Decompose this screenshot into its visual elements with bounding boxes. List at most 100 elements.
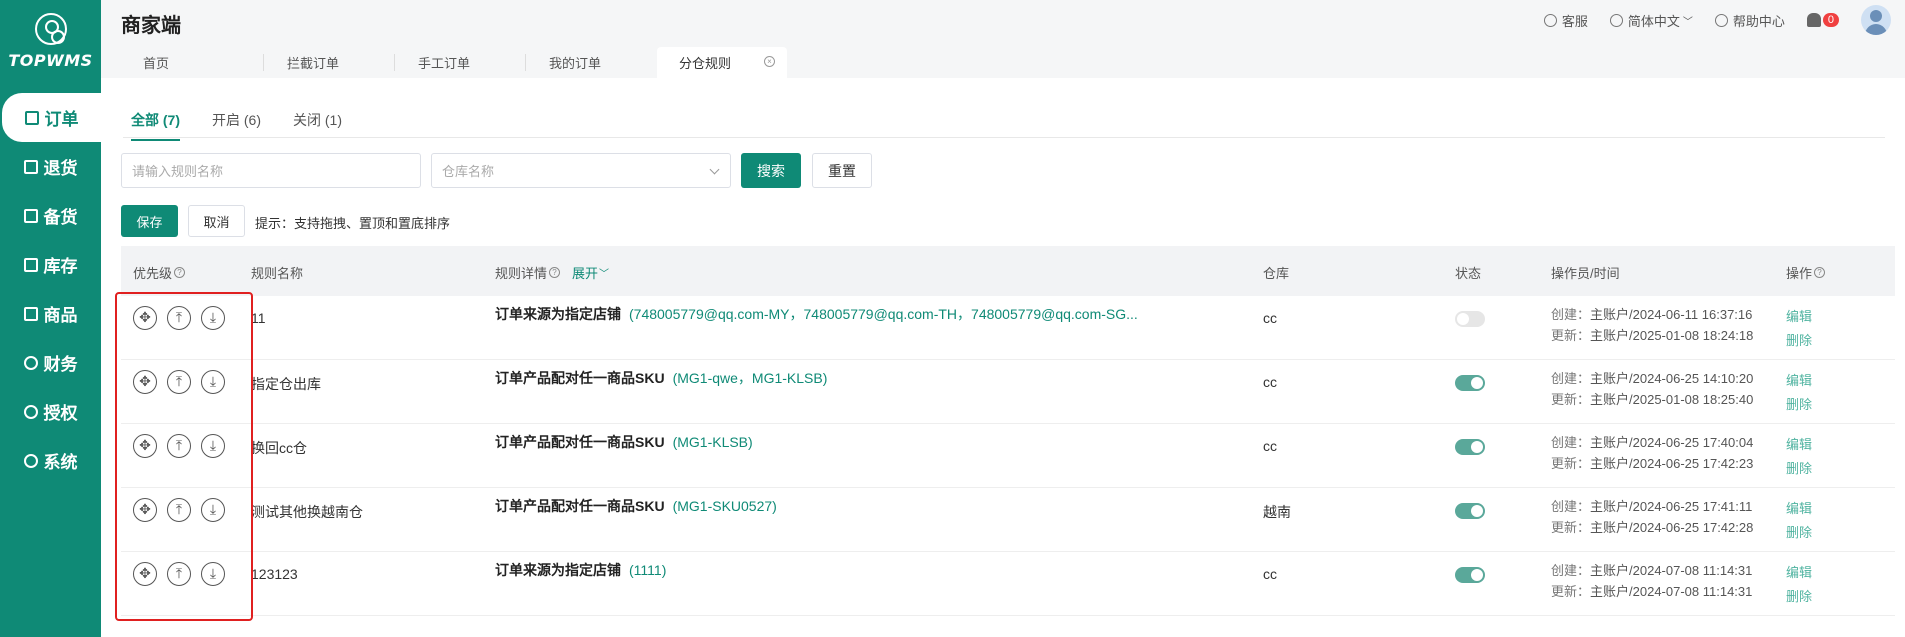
col-name: 规则名称 (251, 266, 304, 281)
rule-detail-value: (1111) (629, 562, 667, 578)
logo-mark-icon (34, 13, 67, 45)
warehouse-name: cc (1263, 438, 1277, 454)
expand-toggle[interactable]: 展开 (572, 263, 598, 282)
tab-warehouse-rules[interactable]: 分仓规则 × (657, 47, 787, 78)
tab-manual-orders[interactable]: 手工订单 (396, 47, 526, 78)
col-action-label: 操作 (1786, 266, 1813, 281)
table-row[interactable]: ✥ ⤒ ⤓ 换回cc仓 订单产品配对任一商品SKU (MG1-KLSB) cc 创建：主账户/… (121, 424, 1895, 488)
edit-link[interactable]: 编辑 (1786, 369, 1812, 393)
col-status: 状态 (1455, 266, 1482, 281)
save-button[interactable]: 保存 (121, 205, 178, 237)
delete-link[interactable]: 删除 (1786, 393, 1812, 417)
row-actions: 编辑 删除 (1786, 433, 1812, 481)
updated-prefix: 更新： (1551, 328, 1591, 343)
tab-home[interactable]: 首页 (121, 47, 264, 78)
warehouse-name: cc (1263, 310, 1277, 326)
tab-my-orders[interactable]: 我的订单 (527, 47, 657, 78)
row-actions: 编辑 删除 (1786, 497, 1812, 545)
created-value: 主账户/2024-06-25 17:41:11 (1590, 499, 1753, 514)
operator-times: 创建：主账户/2024-06-25 17:41:11 更新：主账户/2024-06… (1551, 496, 1753, 538)
rules-table: 优先级? 规则名称 规则详情? 展开 ﹀ 仓库 状态 操作员/时间 操作? ✥ ⤒ ⤓ 1… (121, 246, 1895, 616)
delete-link[interactable]: 删除 (1786, 585, 1812, 609)
sidebar-item-stock-prep[interactable]: 备货 (0, 191, 101, 240)
sidebar-item-label: 退货 (43, 159, 78, 178)
rule-name-input[interactable]: 请输入规则名称 (121, 153, 421, 188)
customer-service-link[interactable]: 客服 (1543, 11, 1588, 30)
col-detail-label: 规则详情 (495, 266, 548, 281)
sidebar-item-return[interactable]: 退货 (0, 142, 101, 191)
sidebar-item-authorize[interactable]: 授权 (0, 387, 101, 436)
rule-detail: 订单来源为指定店铺 (1111) (495, 560, 666, 580)
sidebar-item-label: 商品 (43, 306, 78, 325)
rule-detail: 订单来源为指定店铺 (748005779@qq.com-MY，748005779@… (495, 304, 1138, 324)
table-row[interactable]: ✥ ⤒ ⤓ 测试其他换越南仓 订单产品配对任一商品SKU (MG1-SKU0527) 越南创… (121, 488, 1895, 552)
table-row[interactable]: ✥ ⤒ ⤓ 11 订单来源为指定店铺 (748005779@qq.com-MY，74800… (121, 296, 1895, 360)
sidebar-nav: 订单 退货 备货 库存 商品 财务 授权 系统 (0, 93, 101, 485)
rule-detail-value: (MG1-qwe，MG1-KLSB) (672, 370, 828, 386)
sidebar-item-label: 备货 (43, 208, 78, 227)
header: 商家端 客服 简体中文 ﹀ 帮助中心 0 (101, 0, 1905, 40)
return-icon (23, 159, 38, 174)
notifications-button[interactable]: 0 (1806, 13, 1839, 27)
tab-label: 我的订单 (549, 56, 602, 71)
created-prefix: 创建： (1551, 563, 1591, 578)
updated-value: 主账户/2024-06-25 17:42:28 (1590, 520, 1754, 535)
avatar[interactable] (1861, 5, 1891, 35)
sidebar-item-settings[interactable]: 系统 (0, 436, 101, 485)
delete-link[interactable]: 删除 (1786, 521, 1812, 545)
reset-button[interactable]: 重置 (812, 153, 872, 188)
rule-name: 11 (251, 310, 266, 326)
header-tools: 客服 简体中文 ﹀ 帮助中心 0 (1543, 0, 1905, 40)
updated-prefix: 更新： (1551, 392, 1591, 407)
edit-link[interactable]: 编辑 (1786, 497, 1812, 521)
product-icon (23, 306, 38, 321)
status-toggle[interactable] (1455, 375, 1485, 391)
created-value: 主账户/2024-06-25 14:10:20 (1590, 371, 1754, 386)
cancel-button[interactable]: 取消 (188, 205, 245, 237)
sidebar-item-product[interactable]: 商品 (0, 289, 101, 338)
bell-icon (1806, 13, 1821, 27)
row-actions: 编辑 删除 (1786, 305, 1812, 353)
rule-detail-value: (748005779@qq.com-MY，748005779@qq.com-TH… (629, 306, 1138, 322)
edit-link[interactable]: 编辑 (1786, 433, 1812, 457)
rule-detail: 订单产品配对任一商品SKU (MG1-SKU0527) (495, 496, 777, 516)
tab-intercepted-orders[interactable]: 拦截订单 (265, 47, 395, 78)
created-prefix: 创建： (1551, 371, 1591, 386)
search-button[interactable]: 搜索 (741, 153, 801, 188)
status-toggle[interactable] (1455, 567, 1485, 583)
operator-times: 创建：主账户/2024-06-11 16:37:16 更新：主账户/2025-01… (1551, 304, 1753, 346)
sort-hint: 提示：支持拖拽、置顶和置底排序 (255, 216, 451, 231)
edit-link[interactable]: 编辑 (1786, 561, 1812, 585)
question-icon[interactable]: ? (174, 267, 186, 278)
created-prefix: 创建： (1551, 307, 1591, 322)
edit-link[interactable]: 编辑 (1786, 305, 1812, 329)
sidebar-item-inventory[interactable]: 库存 (0, 240, 101, 289)
status-toggle[interactable] (1455, 503, 1485, 519)
col-detail: 规则详情? 展开 ﹀ (495, 263, 609, 282)
page-title: 商家端 (121, 15, 181, 37)
table-row[interactable]: ✥ ⤒ ⤓ 指定仓出库 订单产品配对任一商品SKU (MG1-qwe，MG1-KLSB) c… (121, 360, 1895, 424)
close-icon[interactable]: × (764, 56, 775, 67)
updated-prefix: 更新： (1551, 456, 1591, 471)
created-prefix: 创建： (1551, 499, 1591, 514)
question-icon[interactable]: ? (549, 267, 561, 278)
question-icon[interactable]: ? (1814, 267, 1826, 278)
status-toggle[interactable] (1455, 439, 1485, 455)
rule-detail-value: (MG1-KLSB) (672, 434, 753, 450)
page-tabs: 首页 拦截订单 手工订单 我的订单 分仓规则 × (101, 40, 1905, 78)
warehouse-name: cc (1263, 566, 1277, 582)
language-select[interactable]: 简体中文 ﹀ (1609, 11, 1693, 30)
help-center-link[interactable]: 帮助中心 (1714, 11, 1785, 30)
row-actions: 编辑 删除 (1786, 369, 1812, 417)
table-row[interactable]: ✥ ⤒ ⤓ 123123 订单来源为指定店铺 (1111) cc 创建：主账户/2024-07… (121, 552, 1895, 616)
language-label: 简体中文 (1627, 13, 1680, 29)
delete-link[interactable]: 删除 (1786, 329, 1812, 353)
sidebar-item-finance[interactable]: 财务 (0, 338, 101, 387)
tab-label: 分仓规则 (679, 56, 732, 71)
sidebar-item-order[interactable]: 订单 (2, 93, 101, 142)
delete-link[interactable]: 删除 (1786, 457, 1812, 481)
rule-name: 测试其他换越南仓 (251, 504, 363, 520)
col-warehouse: 仓库 (1263, 266, 1290, 281)
warehouse-select[interactable]: 仓库名称 (431, 153, 731, 188)
status-toggle[interactable] (1455, 311, 1485, 327)
